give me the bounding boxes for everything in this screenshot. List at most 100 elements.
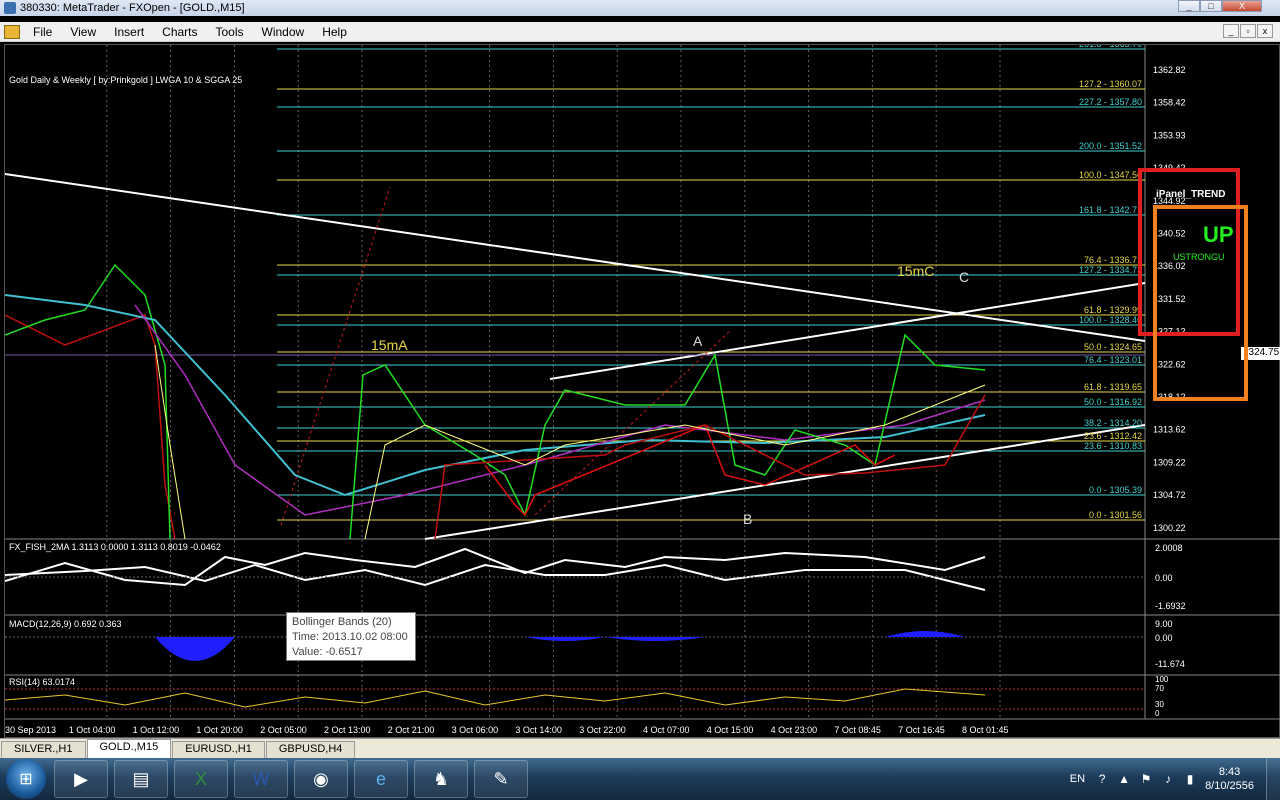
time-tick: 30 Sep 2013 — [5, 725, 56, 735]
price-tick: 1300.22 — [1153, 523, 1186, 533]
menu-tools[interactable]: Tools — [207, 25, 253, 39]
maximize-button[interactable]: □ — [1200, 0, 1222, 12]
chart-window-icon[interactable] — [4, 24, 20, 39]
time-tick: 3 Oct 22:00 — [579, 725, 626, 735]
language-indicator[interactable]: EN — [1070, 773, 1085, 785]
annotation-c: C — [959, 269, 970, 285]
mdi-close-button[interactable]: x — [1257, 24, 1273, 38]
time-tick: 3 Oct 14:00 — [515, 725, 562, 735]
fisher-scale-mid: 0.00 — [1155, 573, 1173, 583]
ipanel-strength: USTRONGU — [1173, 252, 1225, 262]
ipanel-frame-orange — [1153, 205, 1248, 401]
time-tick: 7 Oct 16:45 — [898, 725, 945, 735]
window-title: 380330: MetaTrader - FXOpen - [GOLD.,M15… — [20, 2, 245, 14]
fib-label: 227.2 - 1357.80 — [1079, 97, 1142, 107]
paint-icon[interactable]: ✎ — [474, 760, 528, 798]
menu-help[interactable]: Help — [313, 25, 356, 39]
minimize-button[interactable]: _ — [1178, 0, 1200, 12]
fib-label: 127.2 - 1360.07 — [1079, 79, 1142, 89]
fib-label: 100.0 - 1328.46 — [1079, 315, 1142, 325]
metatrader-taskbar-icon[interactable]: ♞ — [414, 760, 468, 798]
flag-icon[interactable]: ⚑ — [1139, 772, 1153, 786]
time-tick: 1 Oct 04:00 — [69, 725, 116, 735]
tab-silver[interactable]: SILVER.,H1 — [1, 741, 86, 758]
fib-label: 261.8 - 1365.70 — [1079, 45, 1142, 49]
fib-label: 38.2 - 1314.20 — [1084, 418, 1142, 428]
time-tick: 2 Oct 21:00 — [388, 725, 435, 735]
rsi-label: RSI(14) 63.0174 — [9, 677, 76, 687]
tab-eurusd[interactable]: EURUSD.,H1 — [172, 741, 265, 758]
macd-scale-bot: -11.674 — [1155, 659, 1185, 669]
fib-label: 23.6 - 1310.83 — [1084, 441, 1142, 451]
taskbar: ⊞ ▶ ▤ X W ◉ e ♞ ✎ EN ? ▲ ⚑ ♪ ▮ 8:43 8/10… — [0, 758, 1280, 800]
menu-bar: File View Insert Charts Tools Window Hel… — [0, 22, 1280, 42]
rsi-scale-100: 100 — [1155, 675, 1169, 684]
clock[interactable]: 8:43 8/10/2556 — [1205, 765, 1254, 793]
fib-label: 76.4 - 1336.71 — [1084, 255, 1142, 265]
time-tick: 7 Oct 08:45 — [834, 725, 881, 735]
macd-label: MACD(12,26,9) 0.692 0.363 — [9, 619, 122, 629]
time-tick: 2 Oct 13:00 — [324, 725, 371, 735]
time-tick: 4 Oct 23:00 — [771, 725, 818, 735]
word-icon[interactable]: W — [234, 760, 288, 798]
chart-canvas[interactable]: 1362.821358.421353.931349.421344.921340.… — [5, 45, 1280, 739]
tab-gbpusd[interactable]: GBPUSD,H4 — [265, 741, 356, 758]
tooltip-value: Value: -0.6517 — [292, 646, 363, 658]
file-explorer-icon[interactable]: ▤ — [114, 760, 168, 798]
time-tick: 3 Oct 06:00 — [452, 725, 499, 735]
menu-view[interactable]: View — [61, 25, 105, 39]
annotation-b: B — [743, 511, 753, 527]
fib-label: 0.0 - 1305.39 — [1089, 485, 1142, 495]
fib-label: 61.8 - 1329.99 — [1084, 305, 1142, 315]
fisher-label: FX_FISH_2MA 1.3113 0.0000 1.3113 0.8019 … — [9, 542, 221, 552]
media-player-icon[interactable]: ▶ — [54, 760, 108, 798]
annotation-15ma: 15mA — [371, 337, 408, 353]
excel-icon[interactable]: X — [174, 760, 228, 798]
chart-area[interactable]: 1362.82 1358.42 1353.93 1349.42 1344.92 1340.… — [4, 44, 1280, 738]
close-button[interactable]: X — [1222, 0, 1262, 12]
internet-explorer-icon[interactable]: e — [354, 760, 408, 798]
menu-window[interactable]: Window — [253, 25, 314, 39]
annotation-a: A — [693, 333, 703, 349]
metatrader-app-icon — [4, 2, 16, 14]
show-desktop-button[interactable] — [1266, 758, 1280, 800]
menu-insert[interactable]: Insert — [105, 25, 153, 39]
network-icon[interactable]: ▮ — [1183, 772, 1197, 786]
fib-label: 100.0 - 1347.56 — [1079, 170, 1142, 180]
price-tick: 1313.62 — [1153, 425, 1186, 435]
rsi-scale-0: 0 — [1155, 709, 1160, 718]
window-controls: _ □ X — [1178, 0, 1262, 12]
clock-time: 8:43 — [1218, 766, 1241, 778]
mdi-controls: _ ▫ x — [1222, 24, 1273, 38]
fib-label: 23.6 - 1312.42 — [1084, 431, 1142, 441]
price-tick: 1358.42 — [1153, 98, 1186, 108]
price-tick: 1362.82 — [1153, 65, 1186, 75]
price-tick: 1304.72 — [1153, 490, 1186, 500]
fisher-scale-bot: -1.6932 — [1155, 601, 1186, 611]
fib-label: 61.8 - 1319.65 — [1084, 382, 1142, 392]
price-tick: 1309.22 — [1153, 457, 1186, 467]
window-title-bar: 380330: MetaTrader - FXOpen - [GOLD.,M15… — [0, 0, 1280, 16]
time-tick: 4 Oct 07:00 — [643, 725, 690, 735]
fib-label: 50.0 - 1316.92 — [1084, 397, 1142, 407]
fib-label: 0.0 - 1301.56 — [1089, 510, 1142, 520]
rsi-scale-30: 30 — [1155, 700, 1164, 709]
menu-file[interactable]: File — [24, 25, 61, 39]
volume-muted-icon[interactable]: ♪ — [1161, 772, 1175, 786]
expand-tray-icon[interactable]: ▲ — [1117, 772, 1131, 786]
windows-start-icon[interactable]: ⊞ — [6, 759, 46, 799]
time-tick: 1 Oct 20:00 — [196, 725, 243, 735]
tab-gold[interactable]: GOLD.,M15 — [86, 739, 172, 758]
fib-label: 161.8 - 1342.71 — [1079, 205, 1142, 215]
ipanel-trend: UP — [1203, 222, 1234, 247]
help-icon[interactable]: ? — [1095, 772, 1109, 786]
mdi-restore-button[interactable]: ▫ — [1240, 24, 1256, 38]
chrome-icon[interactable]: ◉ — [294, 760, 348, 798]
rsi-scale-70: 70 — [1155, 684, 1164, 693]
trendline-down[interactable] — [5, 173, 1146, 342]
clock-date: 8/10/2556 — [1205, 780, 1254, 792]
macd-scale-mid: 0.00 — [1155, 633, 1173, 643]
mdi-minimize-button[interactable]: _ — [1223, 24, 1239, 38]
menu-charts[interactable]: Charts — [153, 25, 206, 39]
system-tray: EN ? ▲ ⚑ ♪ ▮ 8:43 8/10/2556 — [1070, 758, 1280, 800]
